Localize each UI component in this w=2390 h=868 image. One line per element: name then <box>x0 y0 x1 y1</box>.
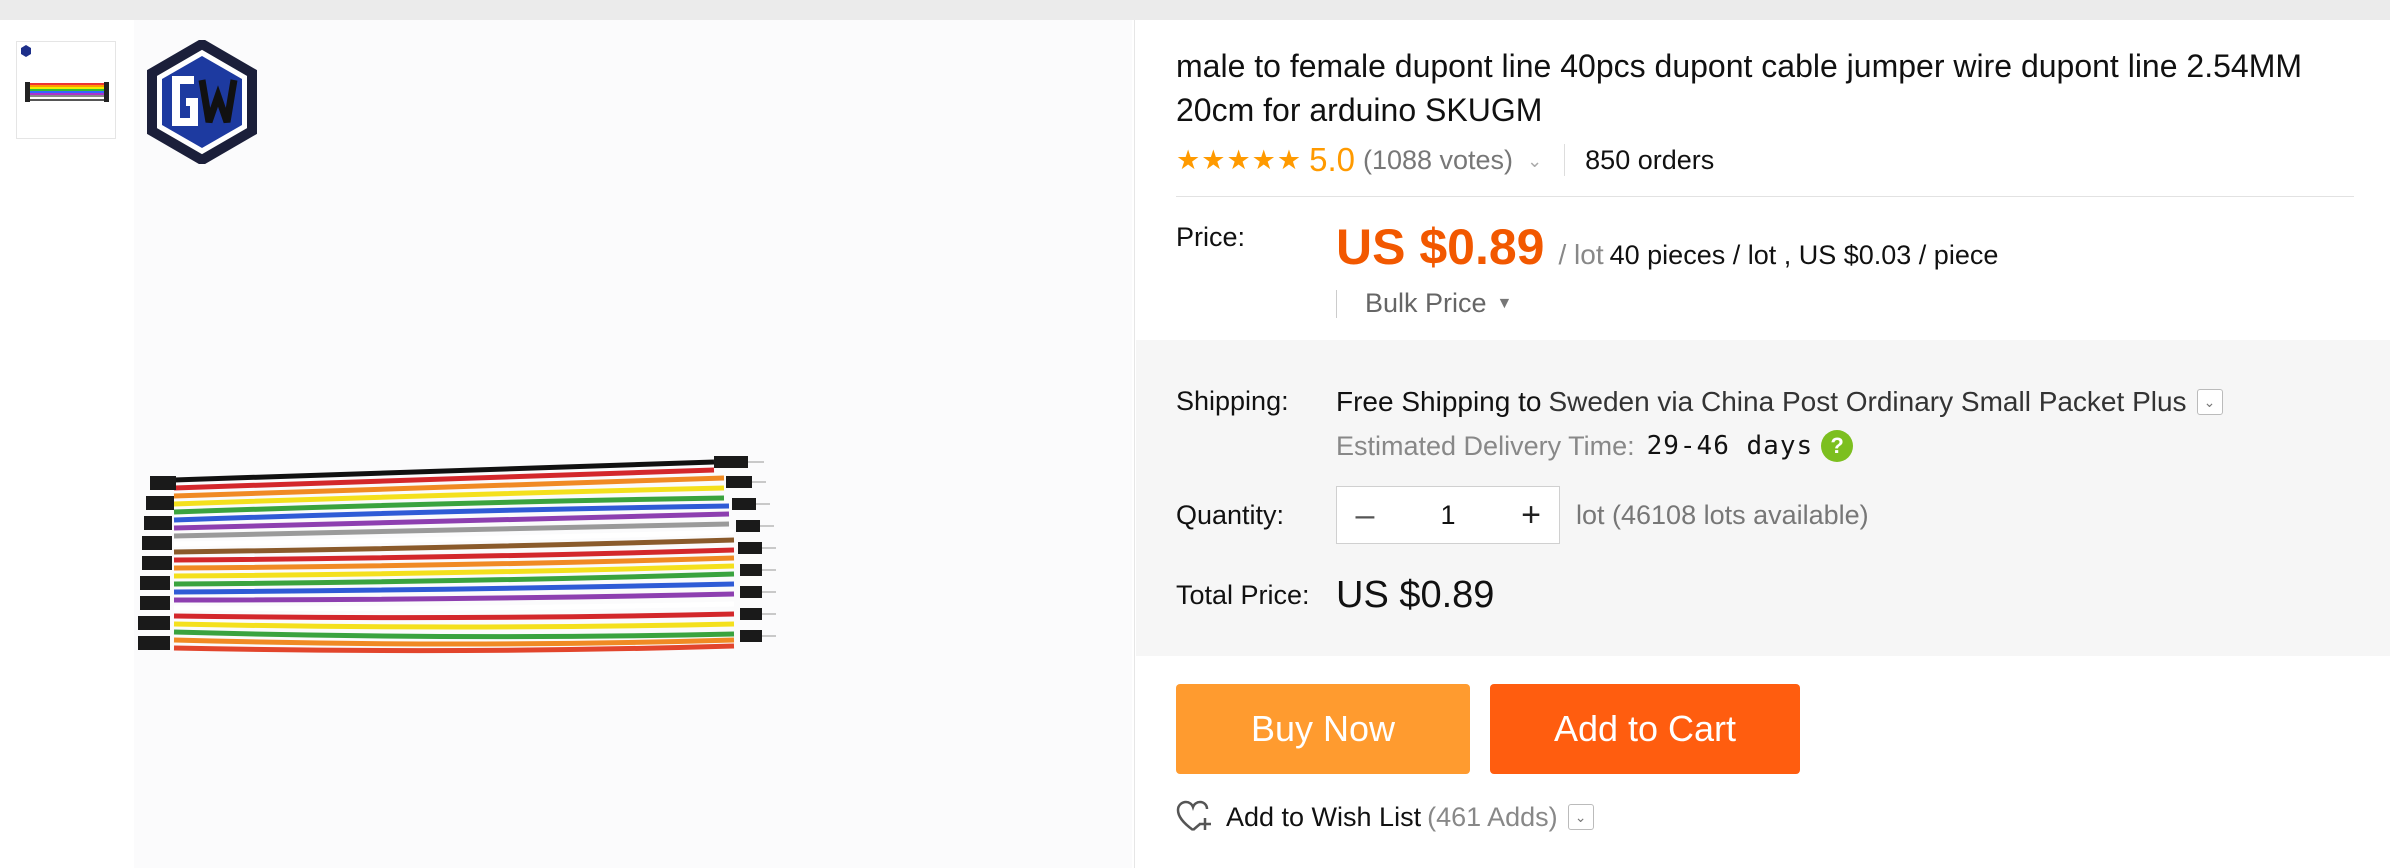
thumbnail-cables-image <box>25 82 109 102</box>
add-to-cart-button[interactable]: Add to Cart <box>1490 684 1800 774</box>
price-amount: US $0.89 <box>1336 219 1545 275</box>
rating-row: ★ ★ ★ ★ ★ 5.0 (1088 votes) ⌄ 850 orders <box>1176 140 1714 180</box>
browser-top-bar <box>0 0 2390 20</box>
shipping-info: Free Shipping to Sweden via China Post O… <box>1336 386 2223 418</box>
eta-label: Estimated Delivery Time: <box>1336 430 1635 461</box>
total-price-label: Total Price: <box>1176 580 1310 610</box>
shipping-destination[interactable]: Sweden via China Post Ordinary Small Pac… <box>1548 386 2186 418</box>
minus-icon[interactable]: – <box>1337 487 1393 543</box>
star-icon: ★ <box>1176 144 1201 175</box>
bulk-price-label: Bulk Price <box>1365 288 1487 318</box>
star-icon: ★ <box>1201 144 1226 175</box>
mini-brand-logo <box>21 45 31 57</box>
title-divider <box>1176 196 2354 197</box>
price-row: US $0.89 / lot 40 pieces / lot , US $0.0… <box>1336 218 1998 276</box>
dupont-cables-image <box>138 456 776 654</box>
pieces-info: 40 pieces / lot , US $0.03 / piece <box>1609 240 1999 270</box>
shipping-label: Shipping: <box>1176 386 1289 416</box>
price-unit: / lot <box>1558 239 1604 270</box>
free-shipping-text: Free Shipping to <box>1336 386 1542 417</box>
total-price-amount: US $0.89 <box>1336 574 1495 616</box>
price-label: Price: <box>1176 222 1246 252</box>
chevron-down-icon[interactable]: ⌄ <box>1527 151 1542 172</box>
wish-list-dropdown-icon[interactable]: ⌄ <box>1567 804 1594 830</box>
plus-icon[interactable]: + <box>1503 487 1559 543</box>
orders-count: 850 orders <box>1585 144 1715 175</box>
product-title: male to female dupont line 40pcs dupont … <box>1176 48 2302 128</box>
wish-list-count: (461 Adds) <box>1427 801 1558 832</box>
rating-separator <box>1564 144 1566 176</box>
star-icon: ★ <box>1251 144 1276 175</box>
eta-days: 29-46 days <box>1646 431 1814 461</box>
product-main-image[interactable] <box>134 20 1132 868</box>
question-icon[interactable]: ? <box>1821 430 1854 462</box>
caret-down-icon: ▼ <box>1496 294 1513 312</box>
gw-brand-logo <box>147 40 257 164</box>
star-icon: ★ <box>1226 144 1251 175</box>
quantity-input[interactable]: 1 <box>1393 500 1503 531</box>
star-rating: ★ ★ ★ ★ ★ <box>1176 144 1302 175</box>
bulk-separator <box>1336 289 1337 318</box>
panel-divider <box>1134 20 1135 868</box>
add-to-wish-list[interactable]: Add to Wish List (461 Adds) ⌄ <box>1176 800 1594 834</box>
shipping-dropdown-icon[interactable]: ⌄ <box>2196 389 2223 415</box>
star-icon: ★ <box>1276 144 1302 175</box>
heart-plus-icon <box>1176 800 1211 832</box>
wish-list-label: Add to Wish List <box>1226 801 1422 832</box>
votes-count[interactable]: (1088 votes) <box>1363 145 1513 176</box>
product-thumbnail[interactable] <box>16 41 116 139</box>
bulk-price-toggle[interactable]: Bulk Price ▼ <box>1336 288 1512 319</box>
buy-now-button[interactable]: Buy Now <box>1176 684 1470 774</box>
rating-value: 5.0 <box>1309 141 1355 178</box>
quantity-stepper[interactable]: – 1 + <box>1336 486 1560 544</box>
delivery-estimate: Estimated Delivery Time: 29-46 days ? <box>1336 430 1854 462</box>
quantity-label: Quantity: <box>1176 500 1285 530</box>
lots-available: lot (46108 lots available) <box>1576 500 1869 530</box>
